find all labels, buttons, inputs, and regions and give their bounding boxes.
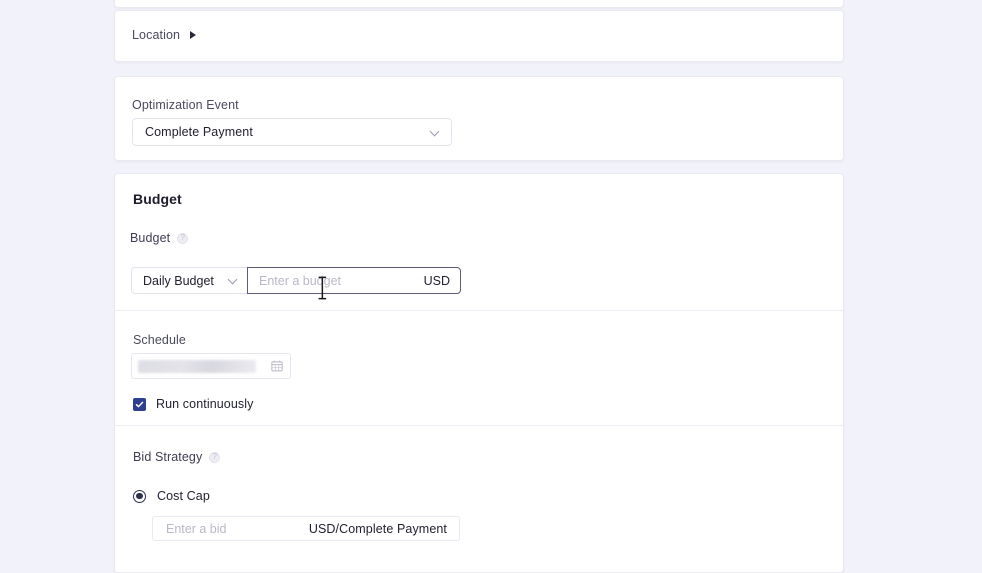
info-circle-icon[interactable]: ? [177, 232, 189, 244]
bid-option-cost-cap[interactable]: Cost Cap [133, 489, 210, 503]
divider-budget-schedule [115, 310, 843, 311]
schedule-label: Schedule [133, 333, 186, 347]
info-circle-icon[interactable]: ? [209, 451, 221, 463]
bid-unit-suffix: USD/Complete Payment [308, 521, 447, 536]
budget-section-title: Budget [133, 191, 182, 207]
bid-strategy-label: Bid Strategy ? [133, 450, 221, 464]
chevron-down-icon [228, 275, 239, 286]
location-label: Location [132, 28, 181, 42]
budget-field-label: Budget ? [130, 231, 189, 245]
bid-amount-input[interactable]: Enter a bid USD/Complete Payment [152, 516, 460, 541]
budget-amount-input[interactable]: Enter a budget USD [247, 267, 461, 294]
run-continuously-label: Run continuously [156, 397, 254, 411]
budget-type-value: Daily Budget [143, 273, 214, 288]
cost-cap-label: Cost Cap [157, 489, 210, 503]
budget-field-label-text: Budget [130, 231, 171, 245]
optimization-event-card: Optimization Event Complete Payment [114, 76, 844, 161]
cost-cap-radio[interactable] [133, 489, 146, 503]
optimization-event-value: Complete Payment [145, 125, 253, 139]
budget-type-select[interactable]: Daily Budget [131, 267, 248, 294]
bid-strategy-label-text: Bid Strategy [133, 450, 203, 464]
previous-card-sliver [114, 0, 844, 8]
caret-right-icon[interactable] [190, 31, 197, 40]
location-row[interactable]: Location [132, 28, 197, 42]
optimization-event-select[interactable]: Complete Payment [132, 118, 452, 146]
schedule-date-input[interactable] [131, 353, 291, 379]
page-root: Location Optimization Event Complete Pay… [0, 0, 982, 573]
budget-currency-suffix: USD [423, 273, 450, 288]
schedule-date-redacted-value [138, 359, 256, 373]
location-card: Location [114, 10, 844, 62]
chevron-down-icon [430, 127, 441, 138]
optimization-event-label: Optimization Event [132, 98, 239, 112]
run-continuously-checkbox[interactable] [133, 397, 146, 411]
run-continuously-row[interactable]: Run continuously [133, 397, 254, 411]
radio-dot [136, 492, 143, 500]
budget-amount-placeholder: Enter a budget [259, 273, 342, 288]
check-icon [135, 401, 144, 407]
budget-card: Budget Budget ? Daily Budget Enter a bud… [114, 173, 844, 573]
budget-input-group: Daily Budget Enter a budget USD [131, 267, 461, 294]
divider-schedule-bid [115, 425, 843, 426]
calendar-icon[interactable] [271, 360, 283, 372]
bid-amount-placeholder: Enter a bid [166, 521, 227, 536]
